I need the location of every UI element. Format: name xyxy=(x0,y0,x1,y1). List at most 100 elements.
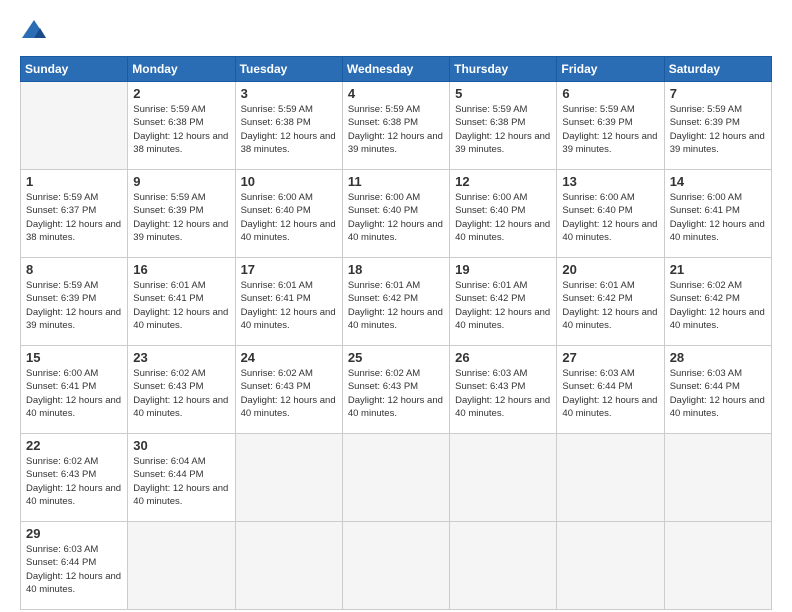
day-info: Sunrise: 6:01 AMSunset: 6:42 PMDaylight:… xyxy=(348,279,444,332)
day-number: 3 xyxy=(241,86,337,101)
day-number: 9 xyxy=(133,174,229,189)
day-number: 30 xyxy=(133,438,229,453)
day-info: Sunrise: 6:02 AMSunset: 6:42 PMDaylight:… xyxy=(670,279,766,332)
day-info: Sunrise: 6:00 AMSunset: 6:40 PMDaylight:… xyxy=(455,191,551,244)
calendar-row: 15 Sunrise: 6:00 AMSunset: 6:41 PMDaylig… xyxy=(21,346,772,434)
day-number: 15 xyxy=(26,350,122,365)
calendar-cell: 23 Sunrise: 6:02 AMSunset: 6:43 PMDaylig… xyxy=(128,346,235,434)
day-number: 10 xyxy=(241,174,337,189)
calendar-cell: 15 Sunrise: 6:00 AMSunset: 6:41 PMDaylig… xyxy=(21,346,128,434)
calendar-cell: 19 Sunrise: 6:01 AMSunset: 6:42 PMDaylig… xyxy=(450,258,557,346)
day-number: 18 xyxy=(348,262,444,277)
day-number: 14 xyxy=(670,174,766,189)
calendar-row: 1 Sunrise: 5:59 AMSunset: 6:37 PMDayligh… xyxy=(21,170,772,258)
day-number: 17 xyxy=(241,262,337,277)
calendar-cell: 9 Sunrise: 5:59 AMSunset: 6:39 PMDayligh… xyxy=(128,170,235,258)
day-info: Sunrise: 6:01 AMSunset: 6:42 PMDaylight:… xyxy=(562,279,658,332)
calendar-cell: 30 Sunrise: 6:04 AMSunset: 6:44 PMDaylig… xyxy=(128,434,235,522)
calendar-cell: 29 Sunrise: 6:03 AMSunset: 6:44 PMDaylig… xyxy=(21,522,128,610)
day-number: 6 xyxy=(562,86,658,101)
calendar-cell xyxy=(664,522,771,610)
page: Sunday Monday Tuesday Wednesday Thursday… xyxy=(0,0,792,612)
col-monday: Monday xyxy=(128,57,235,82)
calendar-cell: 10 Sunrise: 6:00 AMSunset: 6:40 PMDaylig… xyxy=(235,170,342,258)
calendar-cell: 8 Sunrise: 5:59 AMSunset: 6:39 PMDayligh… xyxy=(21,258,128,346)
day-number: 12 xyxy=(455,174,551,189)
day-number: 5 xyxy=(455,86,551,101)
day-info: Sunrise: 6:01 AMSunset: 6:42 PMDaylight:… xyxy=(455,279,551,332)
calendar-row: 29 Sunrise: 6:03 AMSunset: 6:44 PMDaylig… xyxy=(21,522,772,610)
day-info: Sunrise: 5:59 AMSunset: 6:38 PMDaylight:… xyxy=(348,103,444,156)
day-info: Sunrise: 5:59 AMSunset: 6:39 PMDaylight:… xyxy=(133,191,229,244)
col-wednesday: Wednesday xyxy=(342,57,449,82)
calendar-cell: 11 Sunrise: 6:00 AMSunset: 6:40 PMDaylig… xyxy=(342,170,449,258)
calendar-cell: 28 Sunrise: 6:03 AMSunset: 6:44 PMDaylig… xyxy=(664,346,771,434)
calendar-cell: 17 Sunrise: 6:01 AMSunset: 6:41 PMDaylig… xyxy=(235,258,342,346)
day-info: Sunrise: 6:02 AMSunset: 6:43 PMDaylight:… xyxy=(133,367,229,420)
day-info: Sunrise: 5:59 AMSunset: 6:38 PMDaylight:… xyxy=(133,103,229,156)
day-number: 2 xyxy=(133,86,229,101)
day-info: Sunrise: 6:02 AMSunset: 6:43 PMDaylight:… xyxy=(241,367,337,420)
calendar-cell: 25 Sunrise: 6:02 AMSunset: 6:43 PMDaylig… xyxy=(342,346,449,434)
calendar-cell: 24 Sunrise: 6:02 AMSunset: 6:43 PMDaylig… xyxy=(235,346,342,434)
calendar-row: 22 Sunrise: 6:02 AMSunset: 6:43 PMDaylig… xyxy=(21,434,772,522)
day-number: 24 xyxy=(241,350,337,365)
calendar-cell: 16 Sunrise: 6:01 AMSunset: 6:41 PMDaylig… xyxy=(128,258,235,346)
day-number: 28 xyxy=(670,350,766,365)
day-number: 19 xyxy=(455,262,551,277)
calendar-cell: 7 Sunrise: 5:59 AMSunset: 6:39 PMDayligh… xyxy=(664,82,771,170)
calendar-cell: 18 Sunrise: 6:01 AMSunset: 6:42 PMDaylig… xyxy=(342,258,449,346)
calendar-cell xyxy=(342,522,449,610)
calendar-header-row: Sunday Monday Tuesday Wednesday Thursday… xyxy=(21,57,772,82)
calendar-cell xyxy=(235,434,342,522)
day-info: Sunrise: 6:03 AMSunset: 6:44 PMDaylight:… xyxy=(670,367,766,420)
day-info: Sunrise: 6:00 AMSunset: 6:41 PMDaylight:… xyxy=(26,367,122,420)
day-info: Sunrise: 5:59 AMSunset: 6:38 PMDaylight:… xyxy=(241,103,337,156)
calendar-cell xyxy=(128,522,235,610)
day-number: 7 xyxy=(670,86,766,101)
day-info: Sunrise: 5:59 AMSunset: 6:39 PMDaylight:… xyxy=(26,279,122,332)
calendar-cell xyxy=(235,522,342,610)
calendar-cell: 27 Sunrise: 6:03 AMSunset: 6:44 PMDaylig… xyxy=(557,346,664,434)
day-info: Sunrise: 6:00 AMSunset: 6:40 PMDaylight:… xyxy=(348,191,444,244)
logo xyxy=(20,18,50,46)
col-sunday: Sunday xyxy=(21,57,128,82)
day-info: Sunrise: 6:01 AMSunset: 6:41 PMDaylight:… xyxy=(241,279,337,332)
day-info: Sunrise: 6:01 AMSunset: 6:41 PMDaylight:… xyxy=(133,279,229,332)
day-number: 22 xyxy=(26,438,122,453)
calendar-cell xyxy=(21,82,128,170)
day-number: 13 xyxy=(562,174,658,189)
calendar-cell xyxy=(450,522,557,610)
day-number: 4 xyxy=(348,86,444,101)
calendar-table: Sunday Monday Tuesday Wednesday Thursday… xyxy=(20,56,772,610)
day-info: Sunrise: 6:03 AMSunset: 6:44 PMDaylight:… xyxy=(26,543,122,596)
day-number: 21 xyxy=(670,262,766,277)
day-number: 26 xyxy=(455,350,551,365)
day-number: 27 xyxy=(562,350,658,365)
day-number: 1 xyxy=(26,174,122,189)
calendar-cell: 26 Sunrise: 6:03 AMSunset: 6:43 PMDaylig… xyxy=(450,346,557,434)
day-number: 11 xyxy=(348,174,444,189)
calendar-cell xyxy=(664,434,771,522)
day-info: Sunrise: 6:02 AMSunset: 6:43 PMDaylight:… xyxy=(26,455,122,508)
day-number: 23 xyxy=(133,350,229,365)
col-saturday: Saturday xyxy=(664,57,771,82)
day-info: Sunrise: 6:02 AMSunset: 6:43 PMDaylight:… xyxy=(348,367,444,420)
day-number: 16 xyxy=(133,262,229,277)
day-number: 25 xyxy=(348,350,444,365)
day-info: Sunrise: 6:00 AMSunset: 6:41 PMDaylight:… xyxy=(670,191,766,244)
day-info: Sunrise: 5:59 AMSunset: 6:38 PMDaylight:… xyxy=(455,103,551,156)
day-info: Sunrise: 5:59 AMSunset: 6:37 PMDaylight:… xyxy=(26,191,122,244)
day-number: 29 xyxy=(26,526,122,541)
day-info: Sunrise: 5:59 AMSunset: 6:39 PMDaylight:… xyxy=(562,103,658,156)
col-thursday: Thursday xyxy=(450,57,557,82)
calendar-cell: 5 Sunrise: 5:59 AMSunset: 6:38 PMDayligh… xyxy=(450,82,557,170)
day-info: Sunrise: 6:03 AMSunset: 6:44 PMDaylight:… xyxy=(562,367,658,420)
calendar-cell: 22 Sunrise: 6:02 AMSunset: 6:43 PMDaylig… xyxy=(21,434,128,522)
day-info: Sunrise: 6:00 AMSunset: 6:40 PMDaylight:… xyxy=(241,191,337,244)
day-info: Sunrise: 6:03 AMSunset: 6:43 PMDaylight:… xyxy=(455,367,551,420)
calendar-cell xyxy=(557,522,664,610)
calendar-cell: 13 Sunrise: 6:00 AMSunset: 6:40 PMDaylig… xyxy=(557,170,664,258)
calendar-cell: 12 Sunrise: 6:00 AMSunset: 6:40 PMDaylig… xyxy=(450,170,557,258)
day-number: 20 xyxy=(562,262,658,277)
